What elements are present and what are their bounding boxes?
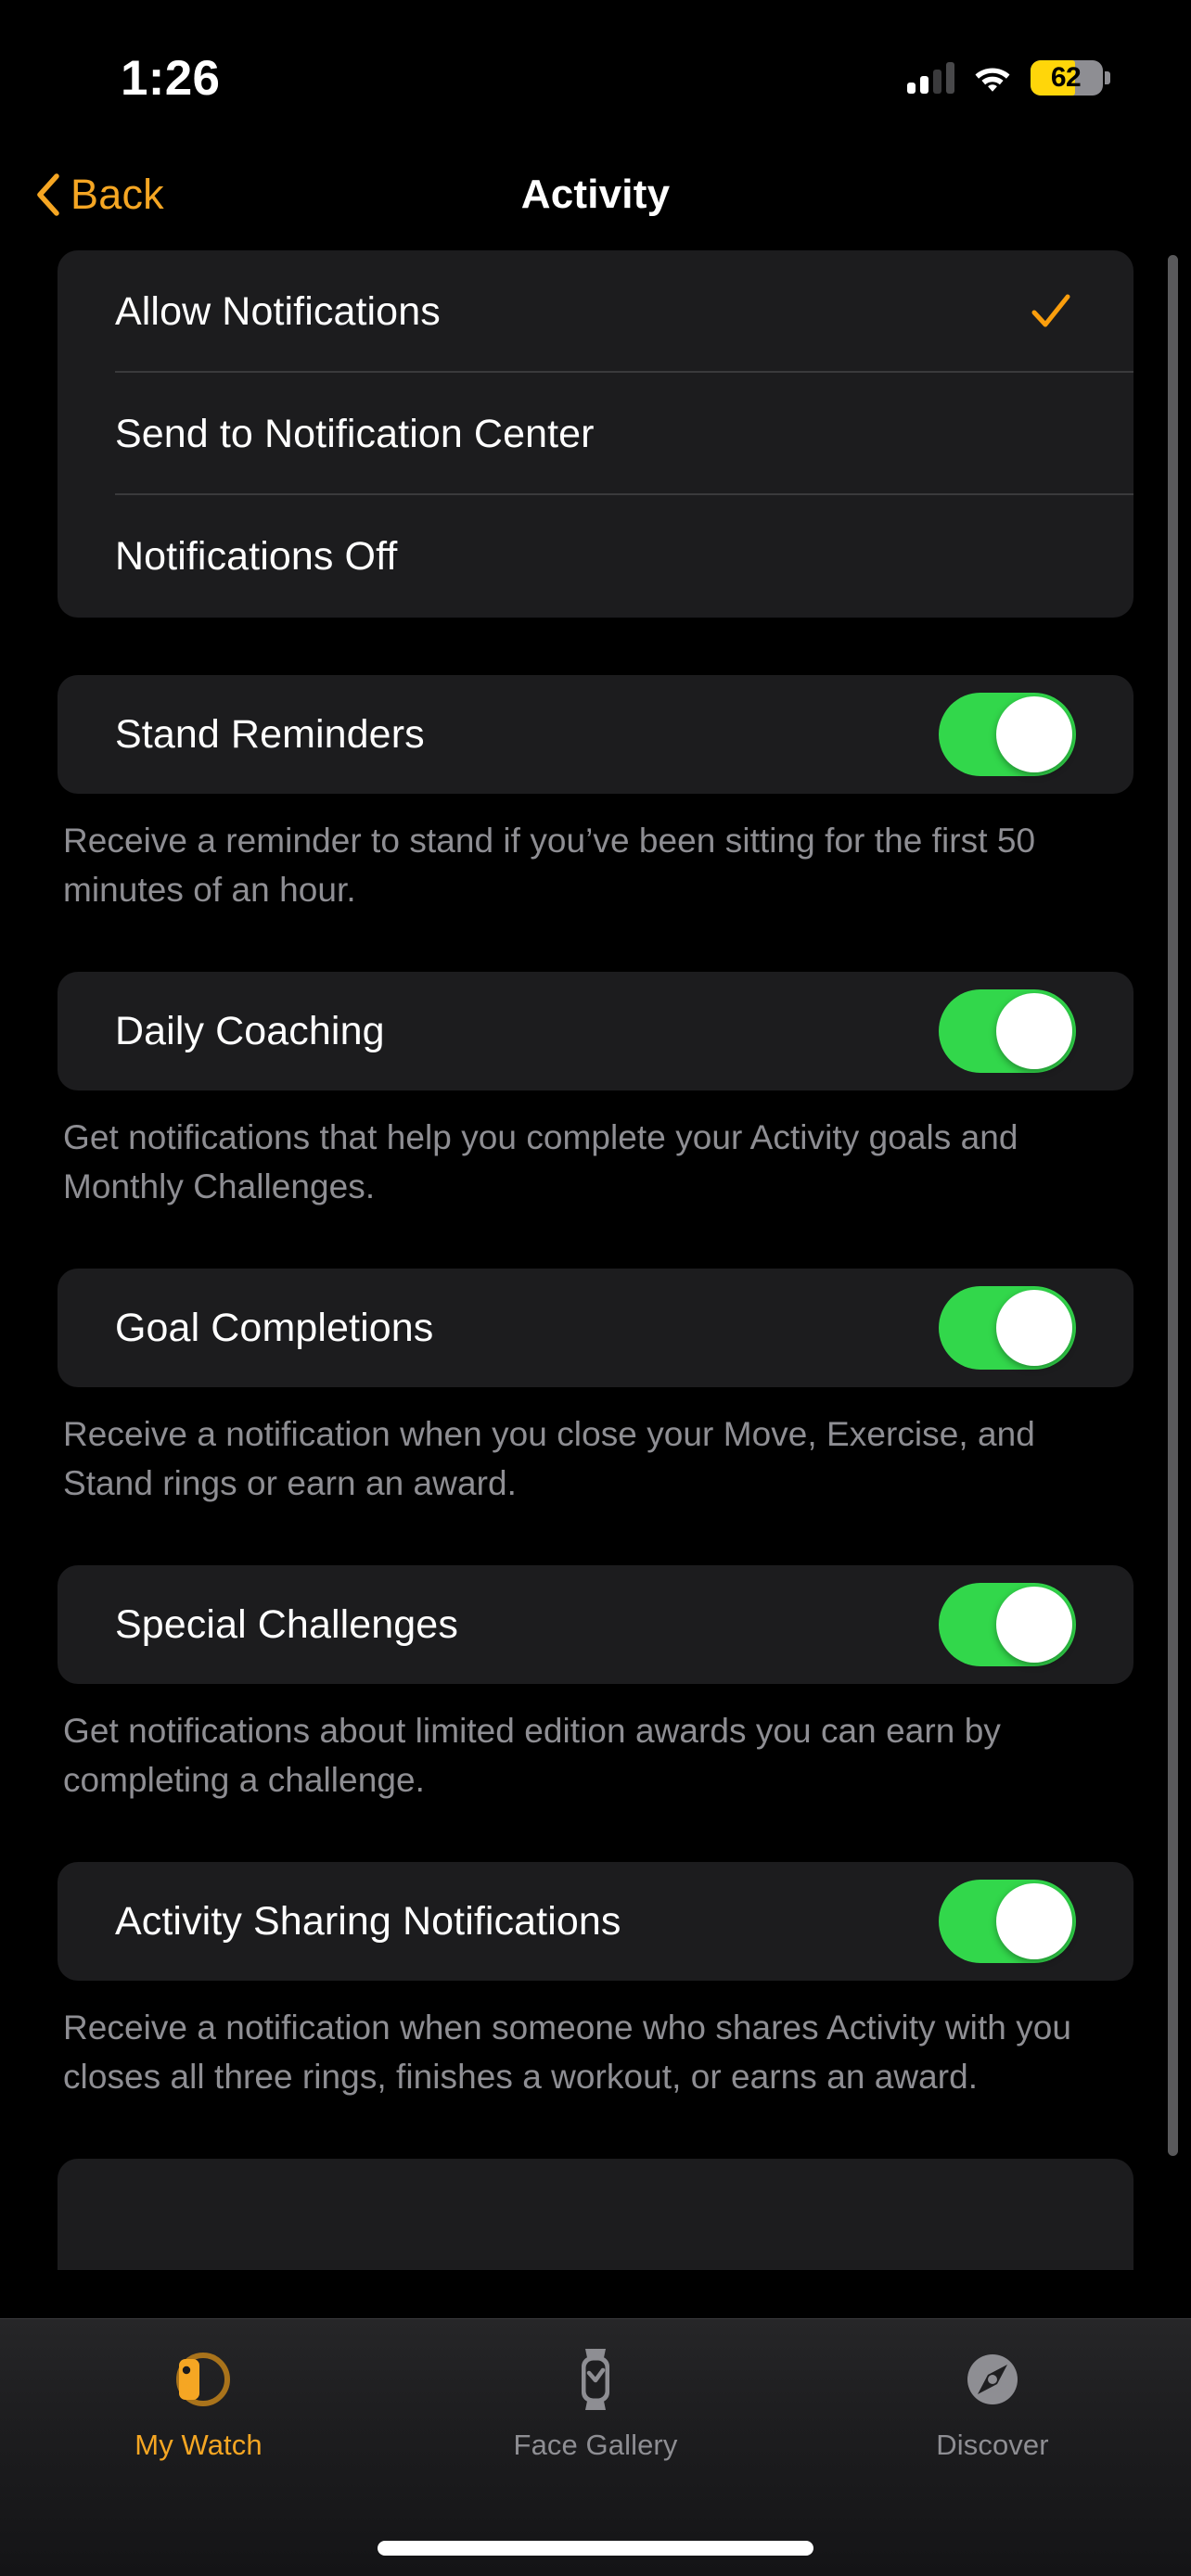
- setting-label: Activity Sharing Notifications: [115, 1898, 621, 1944]
- setting-activity-sharing-notifications: Activity Sharing Notifications: [58, 1862, 1133, 1981]
- checkmark-icon: [1031, 294, 1070, 327]
- setting-row[interactable]: Stand Reminders: [58, 675, 1133, 794]
- setting-stand-reminders: Stand Reminders: [58, 675, 1133, 794]
- activity-sharing-toggle[interactable]: [939, 1880, 1076, 1963]
- tab-discover[interactable]: Discover: [794, 2343, 1191, 2462]
- option-notifications-off[interactable]: Notifications Off: [58, 495, 1133, 618]
- app-screen: 1:26 62 Back Activity Allow Notification…: [0, 0, 1191, 2576]
- special-challenges-toggle[interactable]: [939, 1583, 1076, 1666]
- setting-row[interactable]: Special Challenges: [58, 1565, 1133, 1684]
- watch-face-icon: [559, 2343, 632, 2416]
- setting-row[interactable]: Activity Sharing Notifications: [58, 1862, 1133, 1981]
- battery-icon: 62: [1031, 60, 1110, 96]
- setting-label: Stand Reminders: [115, 711, 425, 757]
- page-title: Activity: [520, 172, 671, 217]
- setting-description: Get notifications that help you complete…: [63, 1118, 1018, 1205]
- option-send-to-notification-center[interactable]: Send to Notification Center: [58, 373, 1133, 495]
- notification-style-group: Allow Notifications Send to Notification…: [58, 250, 1133, 618]
- tab-my-watch[interactable]: My Watch: [0, 2343, 397, 2462]
- setting-row[interactable]: Goal Completions: [58, 1269, 1133, 1387]
- goal-completions-toggle[interactable]: [939, 1286, 1076, 1370]
- setting-label: Special Challenges: [115, 1601, 458, 1647]
- watch-side-icon: [162, 2343, 235, 2416]
- option-label: Notifications Off: [115, 533, 398, 579]
- tab-face-gallery[interactable]: Face Gallery: [397, 2343, 794, 2462]
- setting-label: Daily Coaching: [115, 1008, 385, 1053]
- setting-row[interactable]: Daily Coaching: [58, 972, 1133, 1090]
- status-bar-indicators: 62: [907, 44, 1110, 96]
- status-bar: 1:26 62: [0, 0, 1191, 139]
- compass-icon: [956, 2343, 1029, 2416]
- setting-description: Receive a notification when you close yo…: [63, 1415, 1035, 1502]
- vertical-scrollbar[interactable]: [1168, 255, 1178, 2156]
- tab-label: Discover: [936, 2429, 1049, 2461]
- tab-label: Face Gallery: [513, 2429, 678, 2461]
- stand-reminders-toggle[interactable]: [939, 693, 1076, 776]
- setting-description: Receive a reminder to stand if you’ve be…: [63, 822, 1036, 909]
- battery-percent-label: 62: [1050, 62, 1082, 93]
- next-setting-card-partial[interactable]: [58, 2159, 1133, 2270]
- setting-label: Goal Completions: [115, 1305, 434, 1350]
- setting-goal-completions: Goal Completions: [58, 1269, 1133, 1387]
- option-label: Send to Notification Center: [115, 411, 595, 456]
- navigation-bar: Back Activity: [0, 139, 1191, 250]
- setting-description: Get notifications about limited edition …: [63, 1712, 1001, 1799]
- home-indicator[interactable]: [378, 2541, 813, 2556]
- setting-description: Receive a notification when someone who …: [63, 2009, 1072, 2096]
- tab-label: My Watch: [134, 2429, 263, 2461]
- setting-special-challenges: Special Challenges: [58, 1565, 1133, 1684]
- cellular-signal-icon: [907, 62, 954, 94]
- option-allow-notifications[interactable]: Allow Notifications: [58, 250, 1133, 373]
- tab-bar: My Watch Face Gallery Discover: [0, 2318, 1191, 2576]
- wifi-icon: [975, 68, 1010, 92]
- status-bar-clock: 1:26: [121, 50, 221, 106]
- daily-coaching-toggle[interactable]: [939, 989, 1076, 1073]
- setting-daily-coaching: Daily Coaching: [58, 972, 1133, 1090]
- settings-scroll-view[interactable]: Allow Notifications Send to Notification…: [0, 250, 1191, 2318]
- option-label: Allow Notifications: [115, 288, 441, 334]
